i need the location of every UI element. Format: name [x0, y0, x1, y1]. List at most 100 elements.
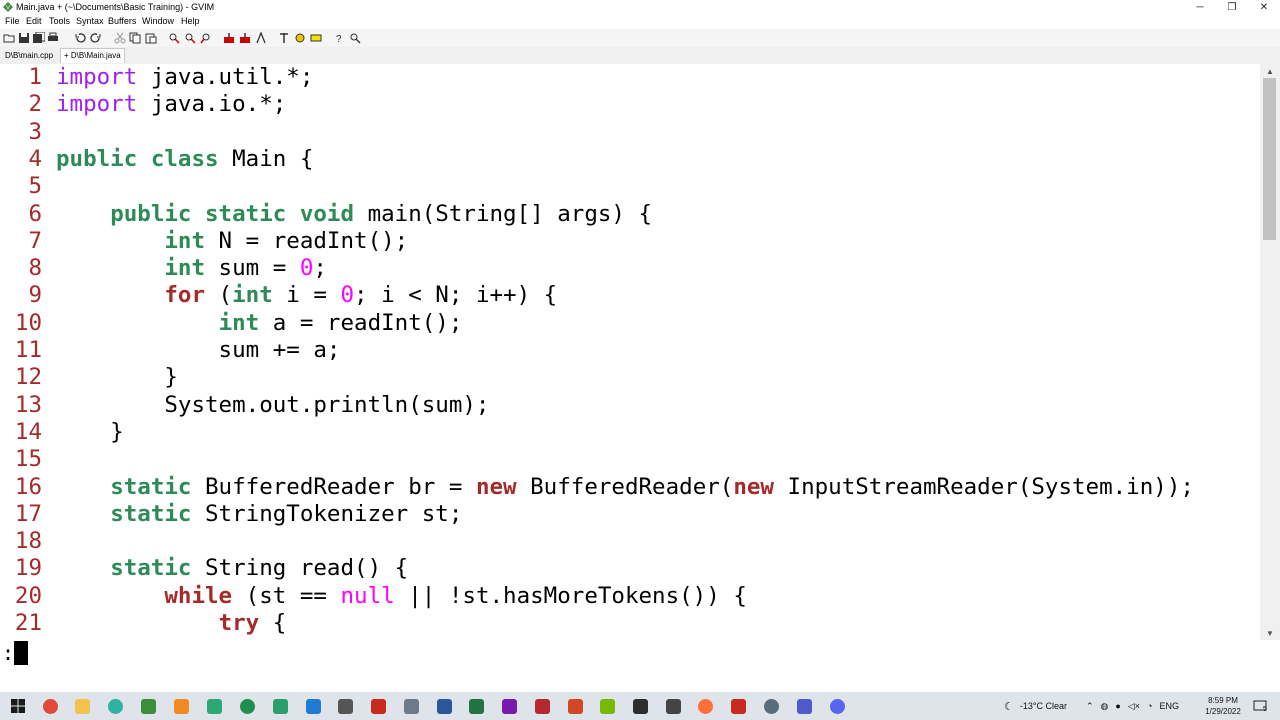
restore-button[interactable]: ❐ — [1216, 0, 1248, 15]
run-script-icon[interactable] — [254, 31, 268, 45]
app-icon[interactable] — [402, 697, 420, 715]
minimize-button[interactable]: ─ — [1184, 0, 1216, 15]
app-icon[interactable] — [533, 697, 551, 715]
app-icon[interactable] — [664, 697, 682, 715]
scroll-down-icon[interactable]: ▼ — [1264, 628, 1276, 638]
menu-syntax[interactable]: Syntax — [76, 16, 104, 26]
code-text[interactable]: public class Main { — [56, 146, 313, 173]
weather-text[interactable]: -13°C Clear — [1020, 701, 1067, 711]
code-text[interactable]: import java.io.*; — [56, 91, 286, 118]
app-icon[interactable] — [238, 697, 256, 715]
code-text[interactable]: System.out.println(sum); — [56, 392, 489, 419]
line-number: 15 — [14, 446, 42, 473]
tag-jump-icon[interactable] — [309, 31, 323, 45]
make-icon[interactable] — [277, 31, 291, 45]
app-icon[interactable] — [762, 697, 780, 715]
gvim-logo-icon: V — [3, 2, 13, 12]
chrome-icon[interactable] — [41, 697, 59, 715]
gvim-icon[interactable] — [139, 697, 157, 715]
vscode-icon[interactable] — [304, 697, 322, 715]
save-all-icon[interactable] — [32, 31, 46, 45]
code-text[interactable]: static StringTokenizer st; — [56, 501, 462, 528]
volume-muted-icon[interactable]: ◁× — [1128, 701, 1140, 712]
file-explorer-icon[interactable] — [73, 697, 91, 715]
app-icon[interactable] — [729, 697, 747, 715]
command-line[interactable]: : — [0, 640, 1280, 666]
code-text[interactable]: static BufferedReader br = new BufferedR… — [56, 474, 1194, 501]
open-icon[interactable] — [2, 31, 16, 45]
code-text[interactable]: import java.util.*; — [56, 64, 313, 91]
svg-text:?: ? — [336, 34, 342, 44]
app-icon[interactable] — [205, 697, 223, 715]
nvidia-icon[interactable] — [598, 697, 616, 715]
line-number: 5 — [28, 173, 42, 200]
onenote-icon[interactable] — [500, 697, 518, 715]
scroll-up-icon[interactable]: ▲ — [1264, 66, 1276, 76]
menu-file[interactable]: File — [5, 16, 20, 26]
load-session-icon[interactable] — [222, 31, 236, 45]
run-shell-icon[interactable] — [293, 31, 307, 45]
code-text[interactable]: int N = readInt(); — [56, 228, 408, 255]
menu-edit[interactable]: Edit — [26, 16, 42, 26]
tab-main-cpp[interactable]: D\B\main.cpp — [2, 49, 56, 63]
app-icon[interactable] — [106, 697, 124, 715]
code-text[interactable]: int a = readInt(); — [56, 310, 463, 337]
terminal-icon[interactable] — [631, 697, 649, 715]
code-text[interactable]: public static void main(String[] args) { — [56, 201, 652, 228]
code-editor[interactable]: 1 import java.util.*; 2 import java.io.*; 3 4… — [0, 64, 1260, 640]
code-text[interactable]: try { — [56, 610, 287, 637]
paste-icon[interactable] — [144, 31, 158, 45]
chevron-up-icon[interactable]: ⌃ — [1086, 701, 1094, 712]
settings-icon[interactable] — [336, 697, 354, 715]
menu-window[interactable]: Window — [142, 16, 174, 26]
code-text[interactable]: sum += a; — [56, 337, 341, 364]
cut-icon[interactable] — [113, 31, 127, 45]
find-replace-icon[interactable] — [167, 31, 181, 45]
code-text[interactable]: static String read() { — [56, 555, 408, 582]
teams-icon[interactable] — [795, 697, 813, 715]
code-text[interactable]: int sum = 0; — [56, 255, 327, 282]
menu-help[interactable]: Help — [181, 16, 200, 26]
word-icon[interactable] — [435, 697, 453, 715]
save-session-icon[interactable] — [238, 31, 252, 45]
sublime-icon[interactable] — [172, 697, 190, 715]
line-number: 16 — [14, 473, 42, 500]
tab-main-java[interactable]: + D\B\Main.java — [60, 48, 125, 63]
app-icon[interactable] — [271, 697, 289, 715]
line-number: 10 — [14, 309, 42, 336]
line-number: 7 — [28, 227, 42, 254]
windows-start-icon[interactable] — [9, 697, 27, 715]
find-prev-icon[interactable] — [199, 31, 213, 45]
scrollbar-thumb[interactable] — [1263, 78, 1276, 240]
code-text[interactable]: while (st == null || !st.hasMoreTokens()… — [56, 583, 747, 610]
title-bar: V Main.java + (~\Documents\Basic Trainin… — [0, 0, 1280, 15]
microphone-icon[interactable]: ● — [1115, 701, 1120, 711]
line-number: 17 — [14, 500, 42, 527]
copy-icon[interactable] — [128, 31, 142, 45]
find-next-icon[interactable] — [183, 31, 197, 45]
excel-icon[interactable] — [467, 697, 485, 715]
code-text[interactable]: } — [56, 419, 124, 446]
redo-icon[interactable] — [89, 31, 103, 45]
network-icon[interactable]: ◔ — [1147, 701, 1152, 711]
save-icon[interactable] — [17, 31, 31, 45]
find-help-icon[interactable] — [348, 31, 362, 45]
block-cursor — [14, 641, 28, 665]
code-text[interactable]: } — [56, 364, 178, 391]
print-icon[interactable] — [46, 31, 60, 45]
close-button[interactable]: ✕ — [1248, 0, 1280, 15]
powerpoint-icon[interactable] — [566, 697, 584, 715]
menu-buffers[interactable]: Buffers — [108, 16, 136, 26]
clock[interactable]: 8:59 PM 1/29/2022 — [1200, 695, 1246, 717]
line-number: 19 — [14, 555, 42, 582]
help-icon[interactable]: ? — [332, 31, 346, 45]
language-indicator[interactable]: ENG — [1159, 701, 1179, 711]
firefox-icon[interactable] — [696, 697, 714, 715]
undo-icon[interactable] — [73, 31, 87, 45]
app-tray-icon[interactable]: ◍ — [1101, 701, 1109, 712]
code-text[interactable]: for (int i = 0; i < N; i++) { — [56, 282, 557, 309]
menu-tools[interactable]: Tools — [49, 16, 70, 26]
acrobat-icon[interactable] — [369, 697, 387, 715]
vertical-scrollbar[interactable]: ▲ ▼ — [1260, 64, 1280, 640]
discord-icon[interactable] — [828, 697, 846, 715]
